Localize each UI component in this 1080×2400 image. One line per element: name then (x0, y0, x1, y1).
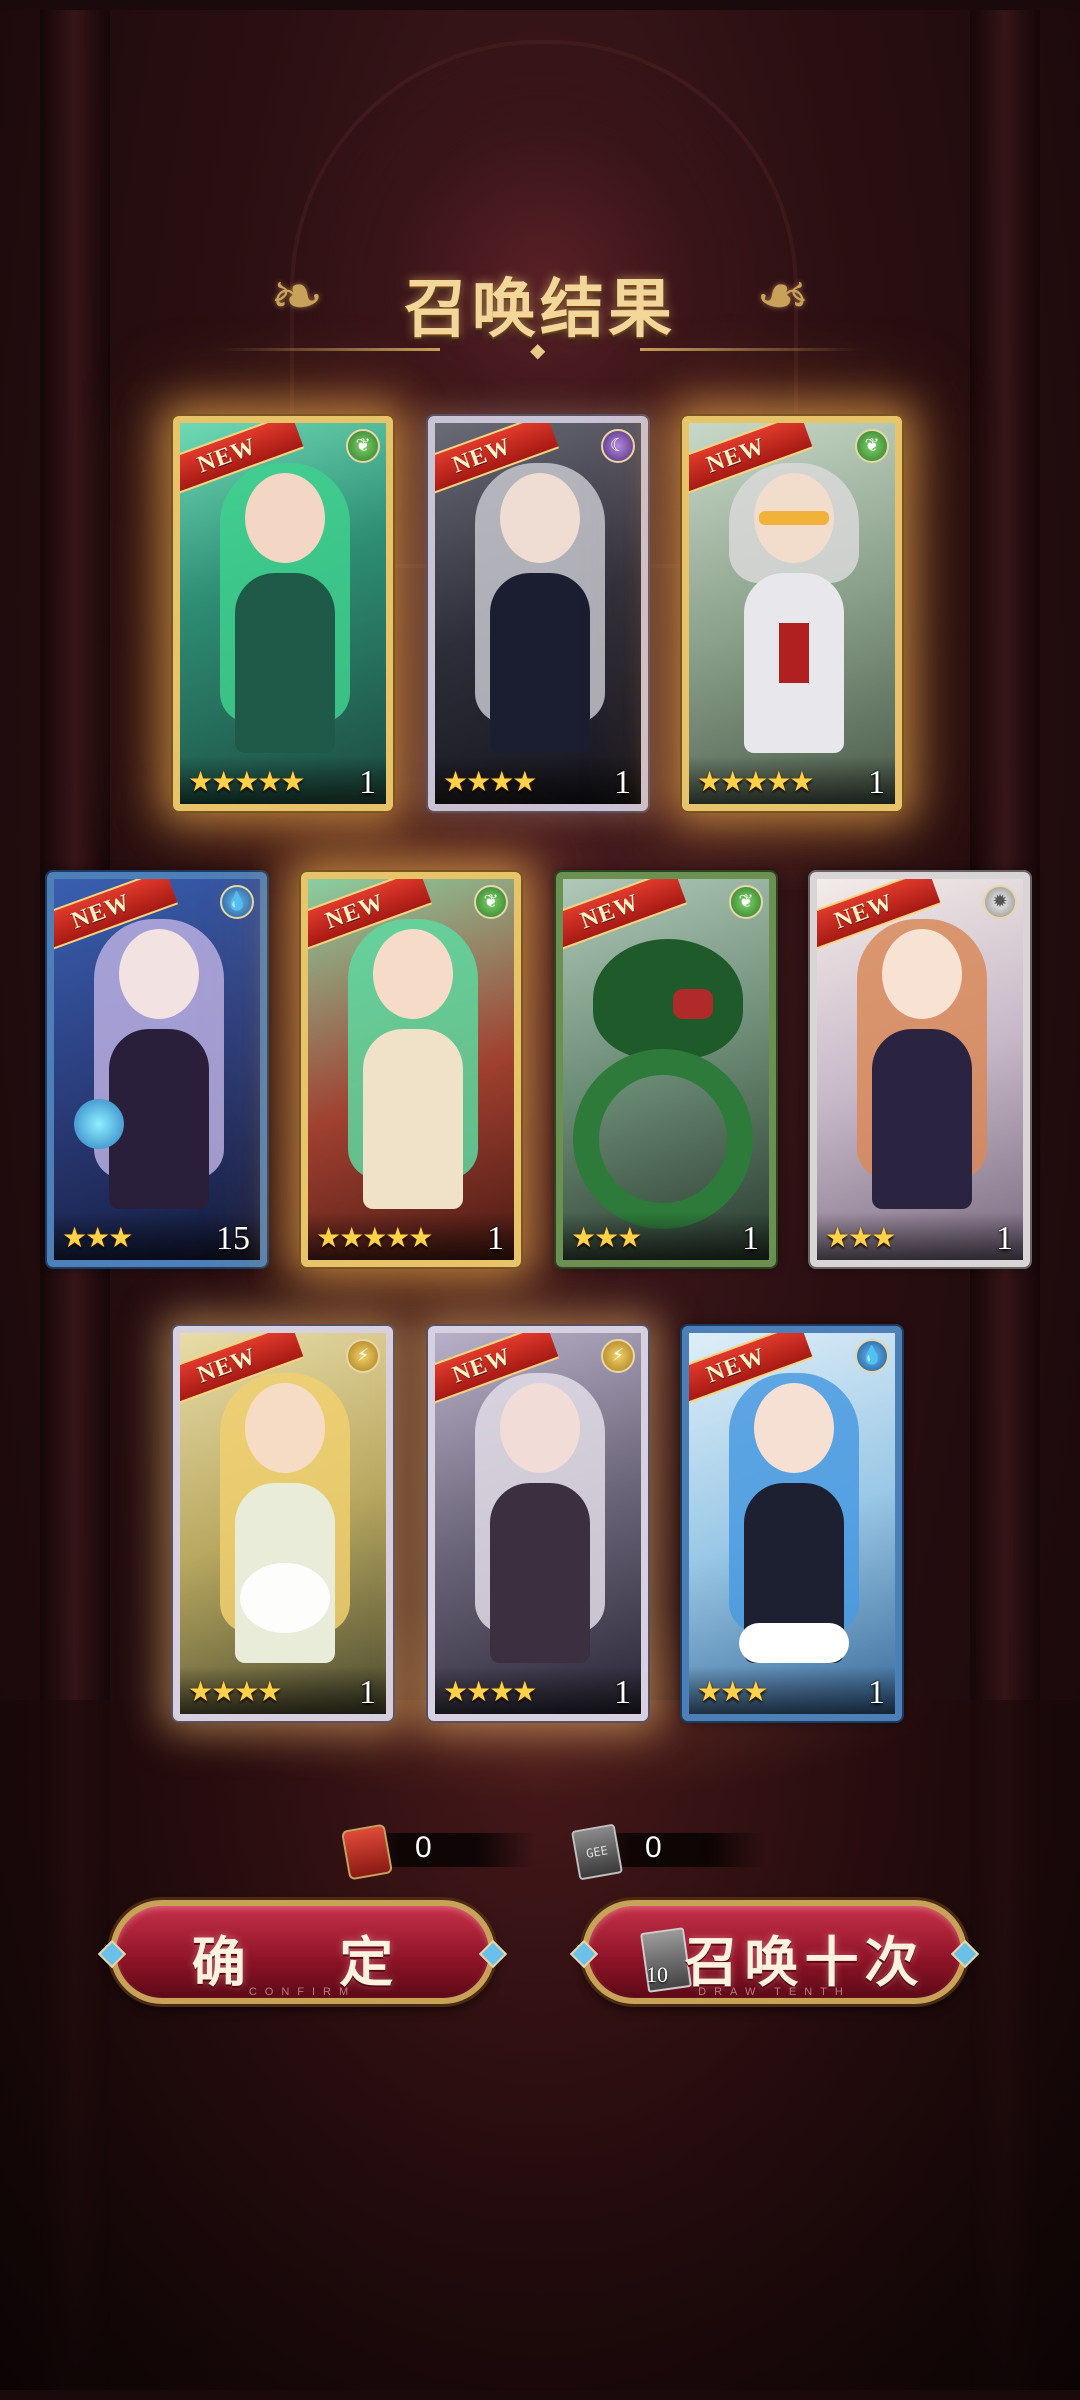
summon-result-header: ❧ ❧ 召唤结果 ◆ (220, 250, 860, 362)
summon-scroll-counter: 0 (325, 1823, 535, 1881)
rarity-stars: ★★★ (697, 1675, 768, 1708)
result-card-3[interactable]: NEW ❦ ★★★★★ 1 (682, 416, 902, 811)
draw-ten-button[interactable]: 10 召唤十次 DRAW TENTH (569, 1900, 980, 2004)
confirm-button[interactable]: 确 定 CONFIRM (97, 1900, 508, 2004)
thunder-icon: ⚡ (601, 1339, 635, 1373)
result-card-9[interactable]: NEW ⚡ ★★★★ 1 (428, 1326, 648, 1721)
rarity-stars: ★★★★ (443, 1675, 537, 1708)
summon-ticket-counter: GEE 0 (555, 1823, 765, 1881)
summon-ticket-icon: GEE (570, 1823, 624, 1881)
card-count: 1 (614, 764, 631, 801)
rarity-stars: ★★★★★ (697, 765, 815, 798)
rarity-stars: ★★★★★ (188, 765, 306, 798)
summon-scroll-count: 0 (415, 1831, 432, 1864)
card-count: 1 (996, 1220, 1013, 1257)
rarity-stars: ★★★★★ (316, 1221, 434, 1254)
rarity-stars: ★★★ (825, 1221, 896, 1254)
thunder-icon: ⚡ (346, 1339, 380, 1373)
background-floor (0, 1700, 1080, 2400)
water-icon: 💧 (220, 885, 254, 919)
card-count: 1 (868, 1674, 885, 1711)
summon-scroll-icon (340, 1823, 394, 1881)
result-card-1[interactable]: NEW ❦ ★★★★★ 1 (173, 416, 393, 811)
summon-ticket-count: 0 (645, 1831, 662, 1864)
result-card-8[interactable]: NEW ⚡ ★★★★ 1 (173, 1326, 393, 1721)
result-card-7[interactable]: NEW ✹ ★★★ 1 (810, 872, 1030, 1267)
rarity-stars: ★★★ (62, 1221, 133, 1254)
rarity-stars: ★★★★ (188, 1675, 282, 1708)
title-diamond-icon: ◆ (530, 340, 546, 362)
rarity-stars: ★★★★ (443, 765, 537, 798)
wind-icon: ❦ (855, 429, 889, 463)
page-title: 召唤结果 (404, 274, 676, 345)
card-count: 1 (614, 1674, 631, 1711)
card-count: 1 (359, 764, 376, 801)
card-count: 15 (216, 1220, 250, 1257)
result-card-4[interactable]: NEW 💧 ★★★ 15 (47, 872, 267, 1267)
result-card-2[interactable]: NEW ☾ ★★★★ 1 (428, 416, 648, 811)
dark-icon: ☾ (601, 429, 635, 463)
wind-icon: ❦ (346, 429, 380, 463)
result-card-5[interactable]: NEW ❦ ★★★★★ 1 (301, 872, 521, 1267)
wind-icon: ❦ (474, 885, 508, 919)
result-card-10[interactable]: NEW 💧 ★★★ 1 (682, 1326, 902, 1721)
card-count: 1 (868, 764, 885, 801)
light-icon: ✹ (983, 885, 1017, 919)
rarity-stars: ★★★ (571, 1221, 642, 1254)
card-count: 1 (742, 1220, 759, 1257)
wind-icon: ❦ (729, 885, 763, 919)
card-count: 1 (487, 1220, 504, 1257)
water-icon: 💧 (855, 1339, 889, 1373)
draw-ten-button-sublabel: DRAW TENTH (698, 1986, 851, 1998)
result-card-6[interactable]: NEW ❦ ★★★ 1 (556, 872, 776, 1267)
card-count: 1 (359, 1674, 376, 1711)
confirm-button-sublabel: CONFIRM (248, 1986, 357, 1998)
